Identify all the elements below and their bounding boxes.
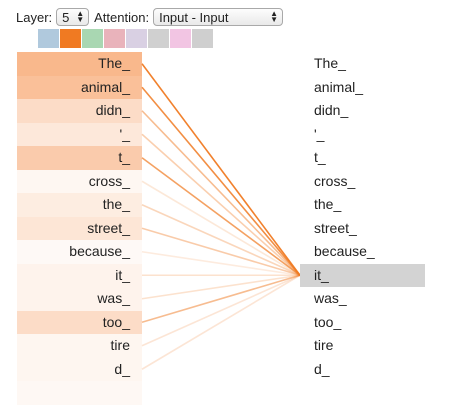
target-token[interactable]: tire <box>300 334 425 358</box>
source-token[interactable]: animal_ <box>17 75 142 99</box>
source-token[interactable]: cross_ <box>17 169 142 193</box>
target-token[interactable]: too_ <box>300 311 425 335</box>
attention-line <box>141 274 301 347</box>
source-token[interactable]: it_ <box>17 263 142 287</box>
head-swatch-1[interactable] <box>60 29 81 48</box>
attention-line <box>141 274 301 370</box>
source-token[interactable]: street_ <box>17 216 142 240</box>
target-token[interactable]: The_ <box>300 52 425 76</box>
attention-select[interactable]: Input - Input ▲ ▼ <box>153 8 284 26</box>
head-swatch-4[interactable] <box>126 29 147 48</box>
target-token[interactable]: was_ <box>300 287 425 311</box>
head-swatch-5[interactable] <box>148 29 169 48</box>
head-swatches <box>38 29 214 48</box>
head-swatch-2[interactable] <box>82 29 103 48</box>
source-token-column: The_ animal_ didn_ '_ t_ cross_ the_ street_ bec… <box>17 52 142 405</box>
attention-line <box>141 250 301 277</box>
source-token[interactable]: too_ <box>17 310 142 334</box>
source-token[interactable]: didn_ <box>17 99 142 123</box>
attention-select-value: Input - Input <box>159 9 229 25</box>
attention-line <box>141 204 301 276</box>
head-swatch-3[interactable] <box>104 29 125 48</box>
target-token[interactable]: street_ <box>300 217 425 241</box>
head-swatch-7[interactable] <box>192 29 213 48</box>
head-swatch-6[interactable] <box>170 29 191 48</box>
target-token[interactable]: t_ <box>300 146 425 170</box>
source-token[interactable]: d_ <box>17 357 142 381</box>
attention-line <box>141 63 301 276</box>
layer-select[interactable]: 5 ▲ ▼ <box>56 8 90 26</box>
attention-line <box>141 157 301 276</box>
source-token[interactable]: '_ <box>17 122 142 146</box>
attention-line <box>141 86 301 276</box>
target-token-column: The_ animal_ didn_ '_ t_ cross_ the_ street_ bec… <box>300 52 425 381</box>
head-swatch-0[interactable] <box>38 29 59 48</box>
source-token[interactable]: because_ <box>17 240 142 264</box>
attention-line <box>141 180 301 276</box>
layer-select-value: 5 <box>62 9 70 25</box>
attention-line <box>141 133 301 276</box>
target-token[interactable]: animal_ <box>300 76 425 100</box>
attention-line <box>141 274 301 324</box>
attention-label: Attention: <box>94 9 150 25</box>
target-token[interactable]: d_ <box>300 358 425 382</box>
attention-line <box>141 110 301 276</box>
target-token[interactable]: the_ <box>300 193 425 217</box>
target-token[interactable]: '_ <box>300 123 425 147</box>
source-token[interactable] <box>17 381 142 405</box>
target-token[interactable]: didn_ <box>300 99 425 123</box>
target-token-selected[interactable]: it_ <box>300 263 425 287</box>
select-arrows-icon: ▲ ▼ <box>76 9 85 24</box>
source-token[interactable]: was_ <box>17 287 142 311</box>
attention-line <box>141 227 301 277</box>
select-arrows-icon: ▲ ▼ <box>270 9 279 24</box>
target-token[interactable]: because_ <box>300 240 425 264</box>
target-token[interactable]: cross_ <box>300 170 425 194</box>
source-token[interactable]: tire <box>17 334 142 358</box>
source-token[interactable]: t_ <box>17 146 142 170</box>
layer-label: Layer: <box>16 9 53 25</box>
source-token[interactable]: The_ <box>17 52 142 76</box>
source-token[interactable]: the_ <box>17 193 142 217</box>
controls-bar: Layer: 5 ▲ ▼ Attention: Input - Input ▲ ▼ <box>16 6 288 28</box>
attention-line <box>141 274 301 300</box>
